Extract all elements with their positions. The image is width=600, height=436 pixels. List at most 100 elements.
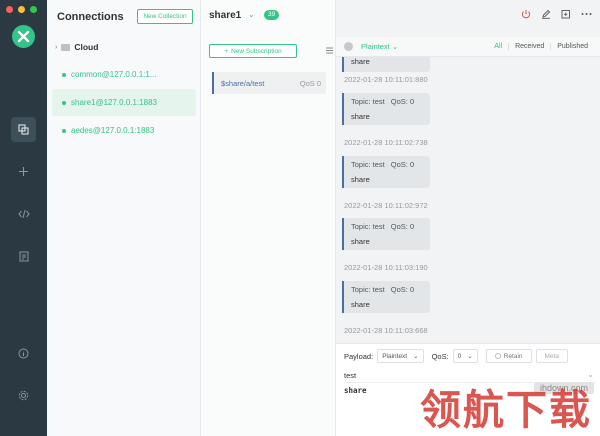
connections-title: Connections (57, 11, 124, 23)
message-payload: share (351, 112, 370, 121)
message-timestamp: 2022-01-28 10:11:03:190 (344, 263, 428, 272)
message-qos: QoS: 0 (390, 97, 415, 106)
message-meta: Topic: test QoS: 0 (351, 97, 423, 106)
info-icon (18, 348, 29, 359)
message-timestamp: 2022-01-28 10:11:03:668 (344, 326, 428, 335)
message-topic: Topic: test (351, 97, 385, 106)
payload-format-select[interactable]: Plaintext ⌄ (377, 349, 424, 363)
tab-received[interactable]: Received (508, 43, 550, 50)
close-window-button[interactable] (6, 6, 13, 13)
settings-nav-button[interactable] (11, 383, 36, 408)
subscription-qos: QoS 0 (299, 78, 321, 88)
list-icon[interactable] (325, 46, 334, 57)
message-qos: QoS: 0 (390, 222, 415, 231)
about-nav-button[interactable] (11, 341, 36, 366)
message-card[interactable]: Topic: test QoS: 0 share (342, 93, 430, 125)
message-list[interactable]: share 2022-01-28 10:11:01:880 Topic: tes… (336, 57, 600, 343)
message-topic: Topic: test (351, 285, 385, 294)
script-nav-button[interactable] (11, 201, 36, 226)
collection-cloud[interactable]: › Cloud (55, 42, 98, 52)
connection-label: aedes@127.0.0.1:1883 (71, 126, 155, 135)
status-dot-icon (62, 128, 66, 133)
message-qos: QoS: 0 (390, 160, 415, 169)
chevron-down-icon: ⌄ (413, 353, 419, 360)
subscription-item[interactable]: $share/a/test QoS 0 (212, 72, 326, 94)
chevron-down-icon[interactable]: ⌄ (248, 10, 255, 19)
message-meta: Topic: test QoS: 0 (351, 222, 423, 231)
retain-label: Retain (503, 352, 523, 360)
message-payload: share (351, 175, 370, 184)
watermark-text: 领航下载 (420, 386, 592, 434)
connection-label: common@127.0.0.1:1... (71, 70, 157, 79)
message-card[interactable]: share (342, 57, 430, 72)
payload-label: Payload: (344, 351, 374, 361)
message-payload: share (351, 300, 370, 309)
message-payload: share (351, 237, 370, 246)
maximize-window-button[interactable] (30, 6, 37, 13)
message-count-badge: 39 (264, 10, 280, 20)
new-collection-button[interactable]: New Collection (137, 9, 193, 24)
qos-value: 0 (457, 352, 462, 360)
message-payload: share (351, 57, 370, 66)
new-connection-nav-button[interactable] (11, 159, 36, 184)
connection-item-common[interactable]: common@127.0.0.1:1... (52, 61, 196, 88)
new-subscription-label: New Subscription (231, 47, 282, 55)
plus-icon: + (224, 47, 229, 55)
composer-options: Payload: Plaintext ⌄ QoS: 0 ⌄ Retain Met… (344, 349, 568, 363)
power-icon[interactable] (521, 9, 531, 19)
meta-button[interactable]: Meta (535, 349, 568, 363)
folder-icon (61, 43, 71, 51)
window-controls (6, 6, 37, 13)
edit-icon[interactable] (541, 9, 551, 19)
retain-toggle[interactable]: Retain (485, 349, 532, 363)
status-dot-icon (62, 100, 66, 105)
payload-format-value: Plaintext (382, 352, 408, 360)
message-filter-bar: Plaintext ⌄ All Received Published (336, 37, 600, 57)
minimize-window-button[interactable] (18, 6, 25, 13)
format-indicator-icon (344, 42, 353, 51)
plus-icon (19, 167, 28, 176)
new-subscription-button[interactable]: + New Subscription (209, 44, 297, 58)
qos-label: QoS: (431, 351, 449, 361)
connections-panel: Connections New Collection › Cloud commo… (47, 0, 201, 436)
chevron-right-icon: › (55, 43, 58, 51)
collection-label: Cloud (74, 42, 99, 52)
qos-select[interactable]: 0 ⌄ (452, 349, 478, 363)
log-nav-button[interactable] (11, 244, 36, 269)
tab-published[interactable]: Published (550, 43, 594, 50)
gear-icon (18, 390, 29, 401)
logo-x-icon (17, 30, 30, 43)
new-window-icon[interactable] (561, 9, 571, 19)
connection-label: share1@127.0.0.1:1883 (71, 98, 157, 107)
tab-all[interactable]: All (488, 43, 508, 50)
app-logo (12, 25, 35, 48)
message-tabs: All Received Published (488, 43, 594, 50)
message-card[interactable]: Topic: test QoS: 0 share (342, 156, 430, 188)
message-qos: QoS: 0 (390, 285, 415, 294)
connections-nav-button[interactable] (11, 117, 36, 142)
message-topic: Topic: test (351, 222, 385, 231)
subscriptions-panel: share1 ⌄ 39 + New Subscription $share/a/… (201, 0, 336, 436)
chevron-down-icon: ⌄ (391, 42, 399, 51)
copy-icon (18, 124, 29, 135)
message-timestamp: 2022-01-28 10:11:02:738 (344, 138, 428, 147)
active-connection-name: share1 (209, 10, 242, 21)
message-meta: Topic: test QoS: 0 (351, 285, 423, 294)
radio-icon (494, 353, 501, 359)
connection-item-aedes[interactable]: aedes@127.0.0.1:1883 (52, 117, 196, 144)
more-icon[interactable] (581, 12, 592, 16)
format-select-label: Plaintext (361, 42, 390, 51)
status-dot-icon (62, 72, 66, 77)
subscription-topic: $share/a/test (221, 78, 265, 88)
message-timestamp: 2022-01-28 10:11:02:972 (344, 201, 428, 210)
format-select[interactable]: Plaintext ⌄ (361, 42, 398, 51)
message-card[interactable]: Topic: test QoS: 0 share (342, 281, 430, 313)
connection-item-share1[interactable]: share1@127.0.0.1:1883 (52, 89, 196, 116)
code-icon (17, 209, 30, 218)
chevron-down-icon: ⌄ (467, 353, 473, 360)
sidebar-rail (0, 0, 47, 436)
message-meta: Topic: test QoS: 0 (351, 160, 423, 169)
message-card[interactable]: Topic: test QoS: 0 share (342, 218, 430, 250)
message-topic: Topic: test (351, 160, 385, 169)
payload-input[interactable]: share (344, 386, 367, 395)
